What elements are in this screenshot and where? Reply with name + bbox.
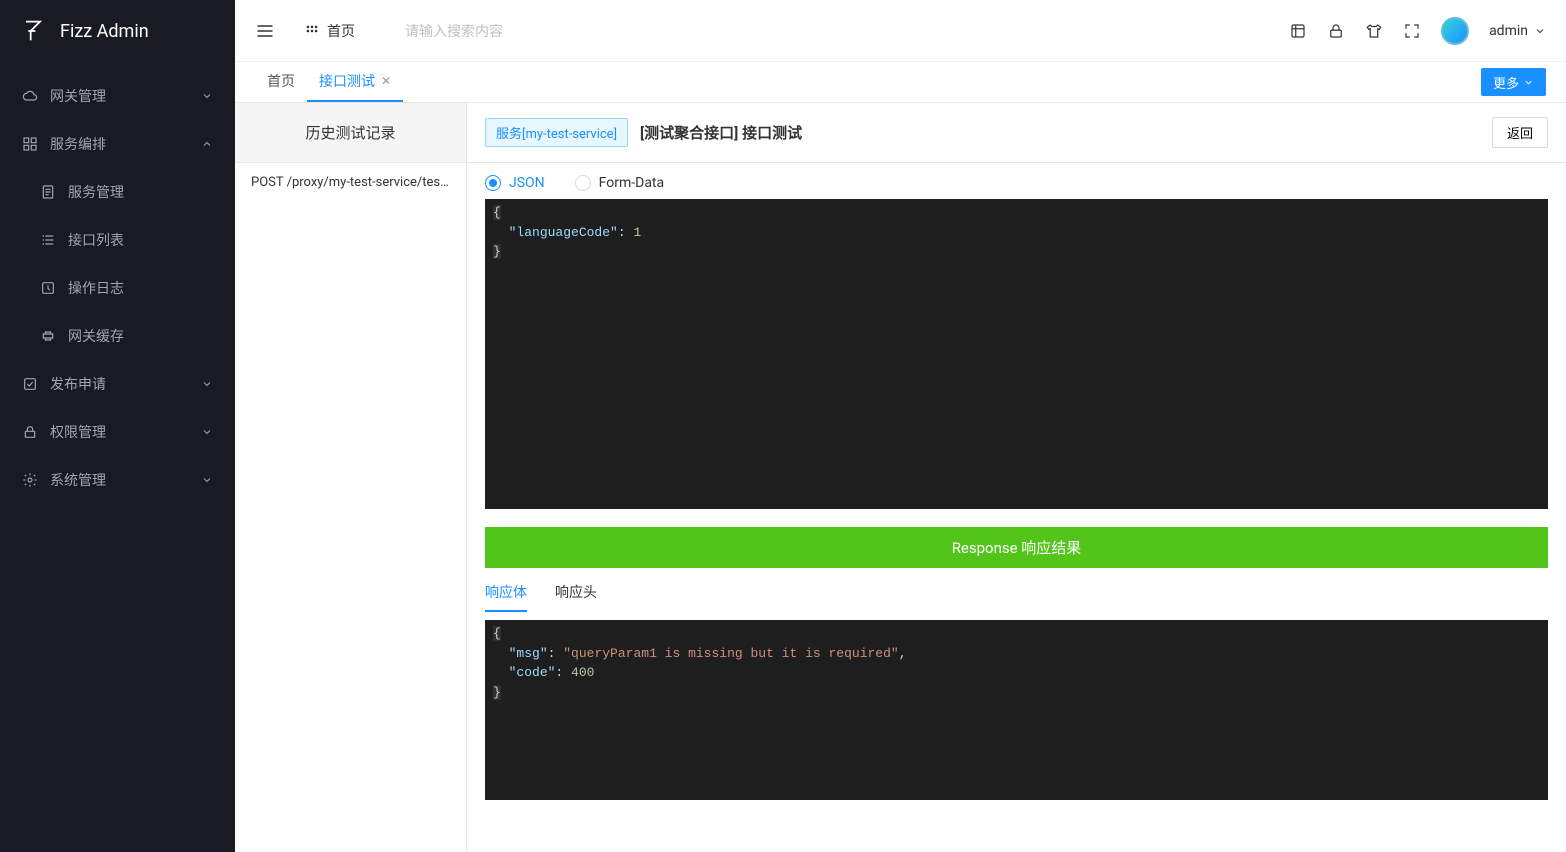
menu-service-arrange-label: 服务编排	[50, 134, 201, 154]
component-icon[interactable]	[1289, 22, 1307, 40]
list-icon	[40, 232, 56, 248]
fullscreen-icon[interactable]	[1403, 22, 1421, 40]
tab-api-test[interactable]: 接口测试 ✕	[307, 62, 403, 102]
chevron-down-icon	[201, 474, 213, 486]
brand-name: Fizz Admin	[60, 21, 149, 42]
submenu-op-log[interactable]: 操作日志	[0, 264, 235, 312]
chevron-down-icon	[201, 426, 213, 438]
grid-icon	[22, 136, 38, 152]
menu-system[interactable]: 系统管理	[0, 456, 235, 504]
menu-system-label: 系统管理	[50, 470, 201, 490]
tab-api-test-label: 接口测试	[319, 71, 375, 91]
response-banner: Response 响应结果	[485, 527, 1548, 568]
cloud-icon	[22, 88, 38, 104]
submenu-api-list-label: 接口列表	[68, 230, 124, 250]
sidebar: Fizz Admin 网关管理 服务编排 服务管理 接口列表	[0, 0, 235, 852]
menu-permission[interactable]: 权限管理	[0, 408, 235, 456]
submenu-op-log-label: 操作日志	[68, 278, 124, 298]
home-label: 首页	[327, 21, 355, 41]
more-button-label: 更多	[1493, 73, 1519, 92]
close-icon[interactable]: ✕	[381, 74, 391, 88]
tab-home-label: 首页	[267, 71, 295, 91]
history-icon	[40, 280, 56, 296]
user-name: admin	[1489, 23, 1528, 39]
submenu-service-manage[interactable]: 服务管理	[0, 168, 235, 216]
radio-circle-icon	[575, 175, 591, 191]
history-item[interactable]: POST /proxy/my-test-service/test-a	[235, 163, 466, 202]
lock-icon[interactable]	[1327, 22, 1345, 40]
radio-formdata[interactable]: Form-Data	[575, 175, 664, 191]
home-link[interactable]: 首页	[305, 21, 355, 41]
test-title: [测试聚合接口] 接口测试	[640, 122, 802, 143]
radio-json[interactable]: JSON	[485, 175, 545, 191]
radio-json-label: JSON	[509, 175, 545, 191]
menu-gateway-label: 网关管理	[50, 86, 201, 106]
page-tabs: 首页 接口测试 ✕ 更多	[235, 62, 1566, 103]
menu-publish-label: 发布申请	[50, 374, 201, 394]
lock-icon	[22, 424, 38, 440]
response-tabs: 响应体 响应头	[467, 568, 1566, 612]
chevron-down-icon	[1534, 25, 1546, 37]
content: 历史测试记录 POST /proxy/my-test-service/test-…	[235, 103, 1566, 852]
topbar: 首页 admin	[235, 0, 1566, 62]
menu-publish[interactable]: 发布申请	[0, 360, 235, 408]
history-title: 历史测试记录	[235, 103, 466, 163]
response-body-viewer[interactable]: { "msg": "queryParam1 is missing but it …	[485, 620, 1548, 800]
back-button[interactable]: 返回	[1492, 117, 1548, 148]
nav-menu: 网关管理 服务编排 服务管理 接口列表 操作日志	[0, 62, 235, 504]
cache-icon	[40, 328, 56, 344]
submenu-service-arrange: 服务管理 接口列表 操作日志 网关缓存	[0, 168, 235, 360]
chevron-up-icon	[201, 138, 213, 150]
menu-service-arrange[interactable]: 服务编排	[0, 120, 235, 168]
test-area: 服务[my-test-service] [测试聚合接口] 接口测试 返回 JSO…	[467, 103, 1566, 852]
tab-home[interactable]: 首页	[255, 62, 307, 102]
doc-icon	[40, 184, 56, 200]
submenu-service-manage-label: 服务管理	[68, 182, 124, 202]
radio-circle-icon	[485, 175, 501, 191]
submenu-api-list[interactable]: 接口列表	[0, 216, 235, 264]
menu-permission-label: 权限管理	[50, 422, 201, 442]
resp-tab-body[interactable]: 响应体	[485, 574, 527, 612]
submenu-gw-cache-label: 网关缓存	[68, 326, 124, 346]
apps-grid-icon	[305, 24, 319, 38]
chevron-down-icon	[1523, 77, 1534, 88]
service-tag: 服务[my-test-service]	[485, 118, 628, 147]
menu-gateway[interactable]: 网关管理	[0, 72, 235, 120]
user-menu[interactable]: admin	[1489, 23, 1546, 39]
resp-tab-headers[interactable]: 响应头	[555, 574, 597, 612]
test-header: 服务[my-test-service] [测试聚合接口] 接口测试 返回	[467, 103, 1566, 163]
request-body-editor[interactable]: { "languageCode": 1}	[485, 199, 1548, 509]
chevron-down-icon	[201, 90, 213, 102]
radio-formdata-label: Form-Data	[599, 175, 664, 191]
submenu-gw-cache[interactable]: 网关缓存	[0, 312, 235, 360]
chevron-down-icon	[201, 378, 213, 390]
search-input[interactable]	[405, 23, 1289, 39]
avatar[interactable]	[1441, 17, 1469, 45]
body-type-radios: JSON Form-Data	[467, 163, 1566, 199]
topbar-right: admin	[1289, 17, 1546, 45]
more-button[interactable]: 更多	[1481, 68, 1546, 96]
menu-toggle-icon[interactable]	[255, 21, 275, 41]
brand-row: Fizz Admin	[0, 0, 235, 62]
gear-icon	[22, 472, 38, 488]
brand-logo-icon	[18, 16, 48, 46]
history-panel: 历史测试记录 POST /proxy/my-test-service/test-…	[235, 103, 467, 852]
main: 首页 admin 首页 接口测试 ✕	[235, 0, 1566, 852]
tshirt-icon[interactable]	[1365, 22, 1383, 40]
publish-icon	[22, 376, 38, 392]
